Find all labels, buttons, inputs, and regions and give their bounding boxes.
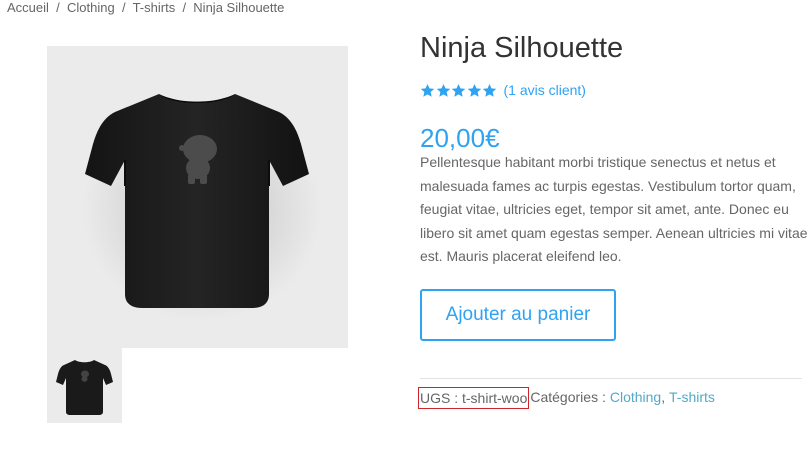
- star-icon: [420, 83, 435, 97]
- breadcrumb-home[interactable]: Accueil: [7, 0, 49, 15]
- breadcrumb-separator: /: [178, 0, 190, 15]
- breadcrumb-clothing[interactable]: Clothing: [67, 0, 115, 15]
- breadcrumb-current: Ninja Silhouette: [193, 0, 285, 15]
- sku-label: UGS : t-shirt-woo: [418, 387, 530, 409]
- add-to-cart-button[interactable]: Ajouter au panier: [420, 289, 616, 341]
- tshirt-image: [82, 94, 322, 321]
- tshirt-thumbnail: [56, 360, 113, 415]
- star-icon: [451, 83, 466, 97]
- product-main-image[interactable]: [47, 46, 348, 348]
- product-title: Ninja Silhouette: [420, 32, 624, 64]
- breadcrumb-separator: /: [118, 0, 130, 15]
- star-rating: [420, 83, 498, 98]
- category-link-tshirts[interactable]: T-shirts: [669, 387, 715, 409]
- categories-label: Catégories :: [530, 389, 606, 405]
- star-icon: [467, 83, 481, 97]
- product-meta: UGS : t-shirt-woo Catégories : Clothing …: [418, 387, 715, 409]
- product-rating: (1 avis client): [420, 81, 586, 99]
- star-icon: [436, 83, 450, 97]
- product-description: Pellentesque habitant morbi tristique se…: [420, 154, 808, 264]
- breadcrumb-separator: /: [52, 0, 64, 15]
- category-link-clothing[interactable]: Clothing: [610, 387, 661, 409]
- category-separator: ,: [661, 389, 669, 405]
- divider: [420, 378, 802, 379]
- star-icon: [482, 83, 497, 97]
- breadcrumb-tshirts[interactable]: T-shirts: [133, 0, 176, 15]
- breadcrumb: Accueil / Clothing / T-shirts / Ninja Si…: [7, 0, 284, 16]
- product-price: 20,00€: [420, 123, 500, 153]
- product-thumbnail[interactable]: [47, 348, 122, 423]
- review-link[interactable]: (1 avis client): [504, 82, 586, 98]
